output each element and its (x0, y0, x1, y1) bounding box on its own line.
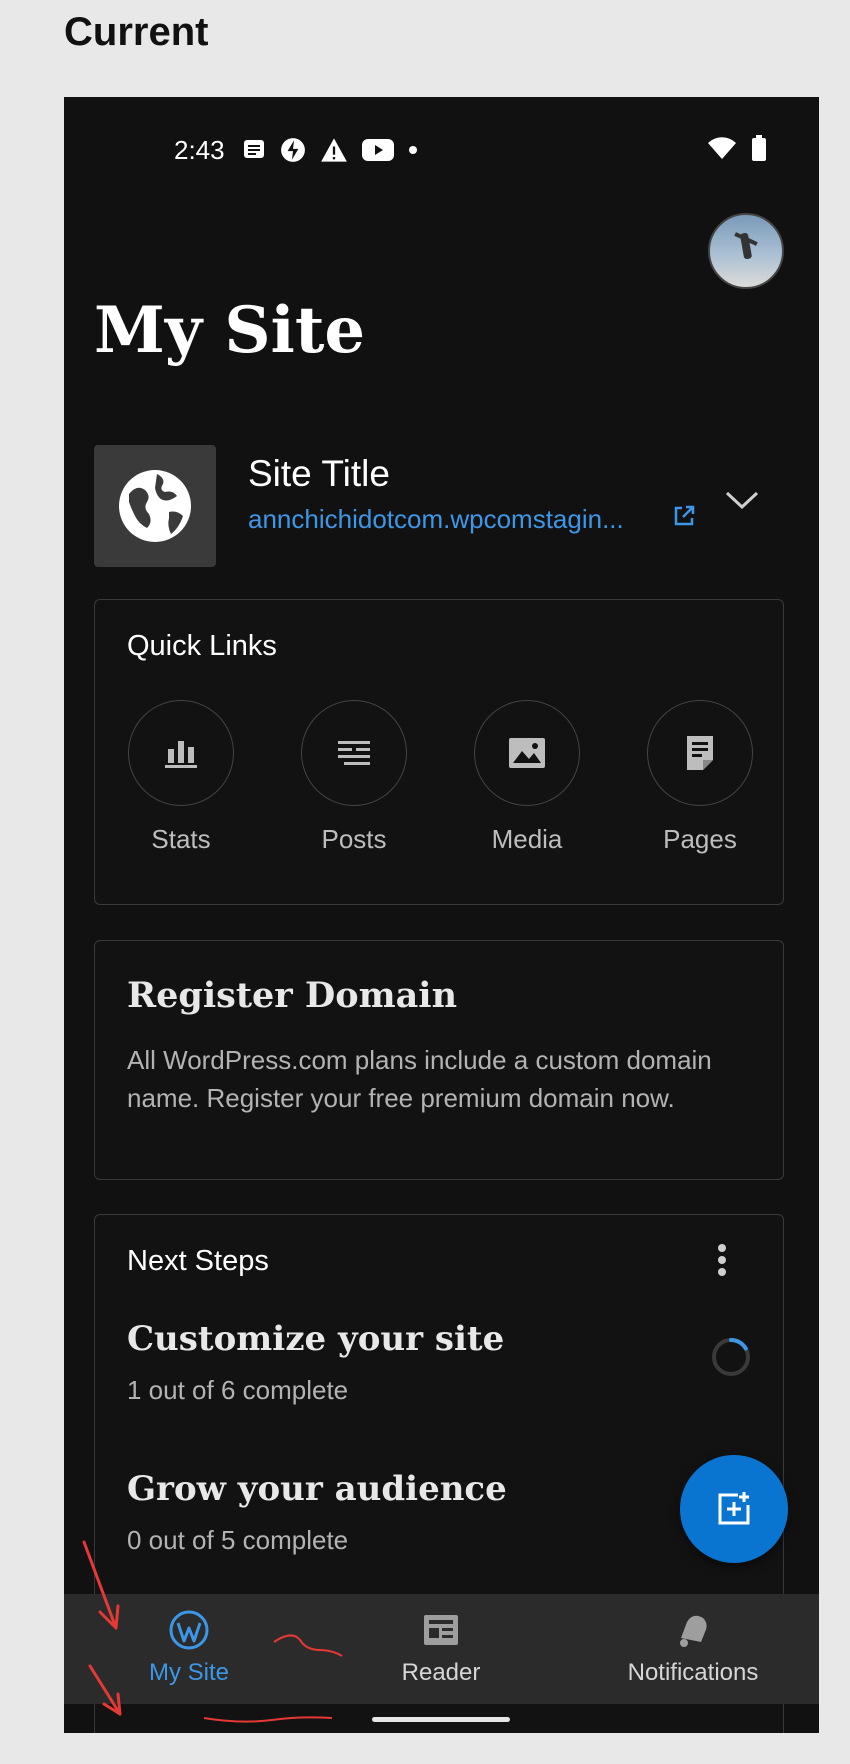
next-step-subtitle: 1 out of 6 complete (127, 1375, 349, 1405)
progress-ring-icon (712, 1338, 750, 1376)
profile-avatar[interactable] (708, 213, 784, 289)
battery-icon (752, 135, 766, 161)
register-domain-card[interactable]: Register Domain All WordPress.com plans … (94, 940, 784, 1180)
status-bar: 2:43 (64, 97, 819, 187)
quick-link-posts-circle[interactable] (301, 700, 407, 806)
quick-link-label: Posts (321, 824, 387, 854)
home-indicator[interactable] (372, 1717, 510, 1722)
media-icon (509, 738, 545, 768)
quick-link-label: Pages (663, 824, 737, 854)
more-options-icon[interactable] (717, 1243, 727, 1277)
quick-link-posts[interactable]: Posts (300, 700, 408, 855)
next-step-title[interactable]: Grow your audience (127, 1469, 507, 1509)
phone-screen: 2:43 My Site Site Title annchichidotcom.… (64, 97, 819, 1733)
register-domain-body: All WordPress.com plans include a custom… (127, 1045, 712, 1113)
next-step-title[interactable]: Customize your site (127, 1319, 504, 1359)
page-title: My Site (94, 293, 366, 368)
progress-ring-arc (729, 1338, 748, 1351)
reader-icon (424, 1615, 458, 1645)
chevron-down-icon[interactable] (724, 489, 760, 511)
site-url-link[interactable]: annchichidotcom.wpcomstagin... (248, 504, 624, 535)
notification-icons (242, 137, 418, 163)
next-steps-title: Next Steps (127, 1245, 269, 1277)
create-post-fab[interactable] (680, 1455, 788, 1563)
quick-link-stats-circle[interactable] (128, 700, 234, 806)
nav-notifications[interactable]: Notifications (593, 1610, 793, 1687)
message-icon (244, 140, 264, 158)
nav-label: My Site (148, 1659, 229, 1686)
youtube-icon (362, 139, 394, 161)
site-icon[interactable] (94, 445, 216, 567)
next-step-subtitle: 0 out of 5 complete (127, 1525, 349, 1555)
register-domain-title: Register Domain (127, 975, 458, 1016)
quick-links-card: Quick Links Stats Posts Media Pages (94, 599, 784, 905)
quick-link-stats[interactable]: Stats (127, 700, 235, 855)
bell-icon (680, 1615, 707, 1647)
system-icons (707, 135, 767, 161)
screenshot-label: Current (64, 10, 209, 54)
nav-label: Reader (401, 1659, 481, 1686)
site-title[interactable]: Site Title (248, 453, 390, 495)
warning-icon (321, 138, 347, 162)
stats-icon (165, 741, 197, 768)
quick-link-label: Media (491, 824, 563, 854)
nav-label: Notifications (627, 1659, 759, 1686)
more-notifications-dot-icon (409, 146, 417, 154)
add-post-icon (718, 1492, 750, 1525)
wordpress-icon (169, 1610, 209, 1650)
nav-my-site[interactable]: My Site (89, 1610, 289, 1687)
posts-icon (338, 741, 370, 765)
quick-link-pages-circle[interactable] (647, 700, 753, 806)
status-time: 2:43 (174, 135, 225, 165)
bottom-navigation: My Site Reader Notifications (64, 1594, 819, 1704)
quick-link-media-circle[interactable] (474, 700, 580, 806)
bolt-app-icon (281, 138, 305, 162)
external-link-icon[interactable] (672, 504, 696, 528)
pages-icon (687, 736, 713, 770)
quick-link-label: Stats (151, 824, 211, 854)
nav-reader[interactable]: Reader (341, 1610, 541, 1687)
globe-icon (119, 470, 191, 542)
wifi-icon (708, 137, 736, 159)
quick-links-title: Quick Links (127, 630, 277, 662)
quick-link-media[interactable]: Media (473, 700, 581, 855)
quick-link-pages[interactable]: Pages (646, 700, 754, 855)
